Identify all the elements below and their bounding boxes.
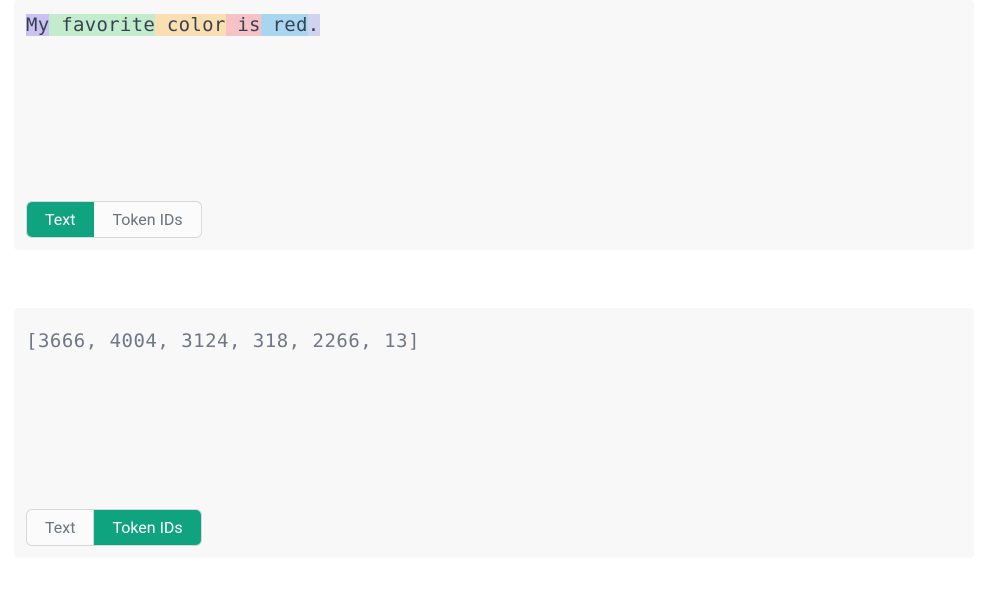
token-ids-tab-button[interactable]: Token IDs [94,202,200,237]
tokenized-text-panel: My favorite color is red. Text Token IDs [14,0,974,250]
tokenized-text-display: My favorite color is red. [26,12,962,39]
token-span: My [26,14,49,36]
view-toggle-group-2: Text Token IDs [26,509,202,546]
text-tab-button[interactable]: Text [27,202,94,237]
token-span: favorite [49,14,155,36]
token-ids-display: [3666, 4004, 3124, 318, 2266, 13] [26,320,962,355]
token-span: color [155,14,225,36]
view-toggle-group-1: Text Token IDs [26,201,202,238]
token-span: . [308,14,320,36]
token-span: is [226,14,261,36]
token-span: red [261,14,308,36]
token-ids-tab-button[interactable]: Token IDs [94,510,200,545]
text-tab-button[interactable]: Text [27,510,94,545]
token-ids-panel: [3666, 4004, 3124, 318, 2266, 13] Text T… [14,308,974,558]
